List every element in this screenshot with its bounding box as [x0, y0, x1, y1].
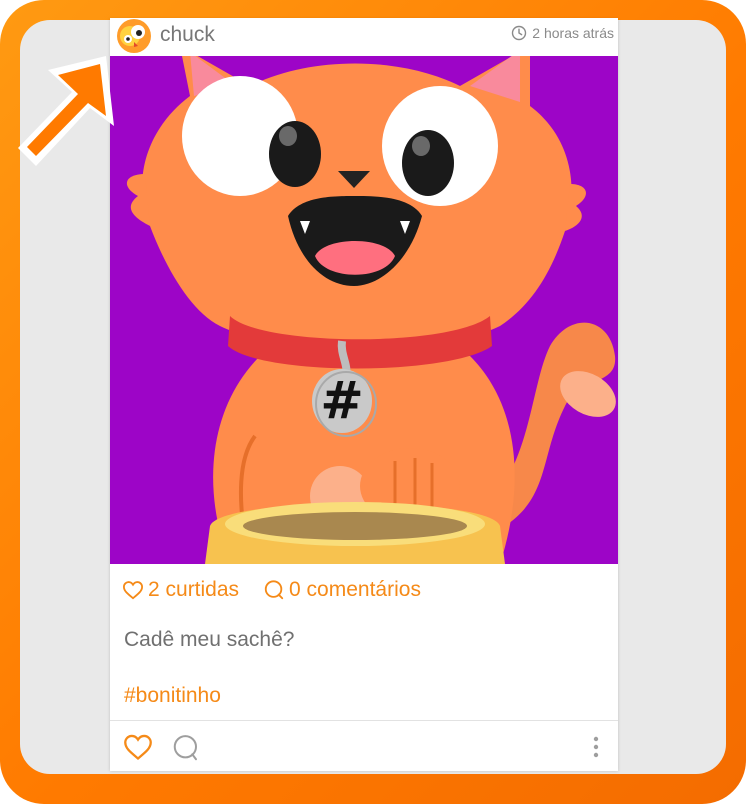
- time-ago: 2 horas atrás: [532, 25, 614, 41]
- likes-stat[interactable]: 2 curtidas: [122, 578, 239, 602]
- post-header: chuck 2 horas atrás: [110, 18, 618, 56]
- clock-icon: [512, 25, 527, 41]
- post-actions: [110, 720, 618, 771]
- like-button[interactable]: [122, 733, 154, 761]
- post-hashtag[interactable]: #bonitinho: [124, 684, 221, 708]
- username[interactable]: chuck: [160, 23, 215, 47]
- more-vertical-icon[interactable]: [590, 735, 602, 759]
- post-stats: 2 curtidas 0 comentários: [122, 578, 421, 602]
- arrow-icon: [18, 56, 114, 166]
- post-card: chuck 2 horas atrás # 2 curtidas 0 comen…: [110, 18, 618, 771]
- post-photo[interactable]: #: [110, 56, 618, 564]
- comment-button[interactable]: [170, 733, 202, 763]
- comments-stat[interactable]: 0 comentários: [263, 578, 421, 602]
- comments-count-label: 0 comentários: [289, 578, 421, 601]
- cat-tag-symbol: #: [320, 371, 364, 431]
- speech-bubble-icon: [264, 580, 284, 600]
- heart-outline-icon: [122, 581, 144, 600]
- post-caption: Cadê meu sachê?: [124, 628, 295, 651]
- likes-count-label: 2 curtidas: [148, 578, 240, 601]
- cat-illustration: #: [110, 56, 618, 564]
- post-time: 2 horas atrás: [511, 25, 614, 41]
